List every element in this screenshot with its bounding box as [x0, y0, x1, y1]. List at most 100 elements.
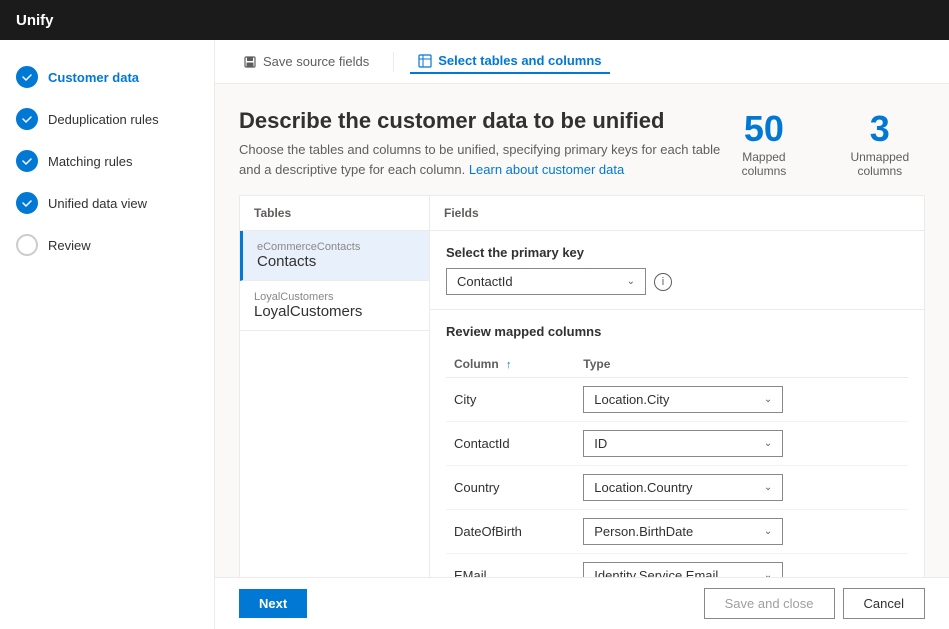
page-header-left: Describe the customer data to be unified…: [239, 108, 725, 179]
table-item-name-loyal: LoyalCustomers: [254, 303, 415, 320]
table-row: Country Location.Country ⌄: [446, 466, 908, 510]
tables-panel: Tables eCommerceContacts Contacts LoyalC…: [240, 196, 430, 577]
bottom-bar: Next Save and close Cancel: [215, 577, 949, 629]
page-title: Describe the customer data to be unified: [239, 108, 725, 134]
page-description-link[interactable]: Learn about customer data: [469, 162, 624, 177]
type-dropdown[interactable]: Location.City ⌄: [583, 386, 783, 413]
type-chevron: ⌄: [764, 438, 772, 449]
type-value: Location.Country: [594, 480, 692, 495]
sidebar-label-matching: Matching rules: [48, 154, 133, 169]
next-button[interactable]: Next: [239, 589, 307, 618]
column-header: Column ↑: [446, 351, 575, 378]
table-item-name-contacts: Contacts: [257, 253, 415, 270]
mapped-label: Mapped columns: [725, 150, 802, 178]
main-layout: Customer data Deduplication rules Matchi…: [0, 40, 949, 629]
column-name-cell: DateOfBirth: [446, 510, 575, 554]
type-chevron: ⌄: [764, 482, 772, 493]
sidebar-label-dedup: Deduplication rules: [48, 112, 159, 127]
sidebar: Customer data Deduplication rules Matchi…: [0, 40, 215, 629]
fields-panel-header: Fields: [430, 196, 924, 231]
right-buttons: Save and close Cancel: [704, 588, 925, 619]
unmapped-label: Unmapped columns: [835, 150, 925, 178]
primary-key-chevron: ⌄: [627, 276, 635, 287]
sidebar-item-matching-rules[interactable]: Matching rules: [0, 140, 214, 182]
type-cell: Location.City ⌄: [575, 378, 908, 422]
column-name-cell: ContactId: [446, 422, 575, 466]
table-item-sub-contacts: eCommerceContacts: [257, 241, 415, 253]
page-header: Describe the customer data to be unified…: [239, 108, 925, 179]
sidebar-circle-dedup: [16, 108, 38, 130]
page-content: Describe the customer data to be unified…: [215, 84, 949, 577]
unmapped-count: 3: [835, 108, 925, 150]
select-tables-label: Select tables and columns: [438, 53, 601, 68]
save-source-fields-button[interactable]: Save source fields: [235, 50, 377, 73]
pk-label: Select the primary key: [446, 245, 908, 260]
toolbar: Save source fields Select tables and col…: [215, 40, 949, 84]
sidebar-label-unified: Unified data view: [48, 196, 147, 211]
type-value: Location.City: [594, 392, 669, 407]
review-section: Review mapped columns Column ↑: [430, 310, 924, 577]
type-value: ID: [594, 436, 607, 451]
toolbar-separator: [393, 52, 394, 72]
pk-section: Select the primary key ContactId ⌄ i: [430, 231, 924, 310]
tables-fields-container: Tables eCommerceContacts Contacts LoyalC…: [239, 195, 925, 577]
top-bar: Unify: [0, 0, 949, 40]
column-name-cell: City: [446, 378, 575, 422]
select-tables-button[interactable]: Select tables and columns: [410, 49, 609, 74]
type-dropdown[interactable]: Identity.Service.Email⌄: [583, 562, 783, 577]
app-title: Unify: [16, 12, 54, 29]
review-title: Review mapped columns: [446, 324, 908, 339]
type-header: Type: [575, 351, 908, 378]
type-chevron: ⌄: [764, 394, 772, 405]
column-name-cell: EMail: [446, 554, 575, 578]
table-row: DateOfBirth Person.BirthDate ⌄: [446, 510, 908, 554]
primary-key-value: ContactId: [457, 274, 513, 289]
table-row: ContactId ID ⌄: [446, 422, 908, 466]
tables-panel-header: Tables: [240, 196, 429, 231]
sidebar-item-deduplication-rules[interactable]: Deduplication rules: [0, 98, 214, 140]
sidebar-label-review: Review: [48, 238, 91, 253]
table-icon: [418, 54, 432, 68]
sidebar-item-review[interactable]: Review: [0, 224, 214, 266]
sidebar-item-customer-data[interactable]: Customer data: [0, 56, 214, 98]
save-source-fields-label: Save source fields: [263, 54, 369, 69]
pk-select-row: ContactId ⌄ i: [446, 268, 908, 295]
info-icon[interactable]: i: [654, 273, 672, 291]
type-cell: Identity.Service.Email⌄: [575, 554, 908, 578]
sidebar-circle-review: [16, 234, 38, 256]
table-row: City Location.City ⌄: [446, 378, 908, 422]
page-description: Choose the tables and columns to be unif…: [239, 140, 725, 179]
type-value: Person.BirthDate: [594, 524, 693, 539]
sidebar-item-unified-data-view[interactable]: Unified data view: [0, 182, 214, 224]
type-dropdown[interactable]: Location.Country ⌄: [583, 474, 783, 501]
unmapped-stat: 3 Unmapped columns: [835, 108, 925, 178]
sidebar-label-customer-data: Customer data: [48, 70, 139, 85]
content-area: Save source fields Select tables and col…: [215, 40, 949, 629]
sort-icon[interactable]: ↑: [506, 359, 512, 371]
save-icon: [243, 55, 257, 69]
sidebar-circle-matching: [16, 150, 38, 172]
mapped-stat: 50 Mapped columns: [725, 108, 802, 178]
sidebar-circle-unified: [16, 192, 38, 214]
table-item-contacts[interactable]: eCommerceContacts Contacts: [240, 231, 429, 281]
mapped-count: 50: [725, 108, 802, 150]
type-chevron: ⌄: [764, 526, 772, 537]
column-name-cell: Country: [446, 466, 575, 510]
save-and-close-button[interactable]: Save and close: [704, 588, 835, 619]
type-dropdown[interactable]: Person.BirthDate ⌄: [583, 518, 783, 545]
type-cell: Person.BirthDate ⌄: [575, 510, 908, 554]
table-item-sub-loyal: LoyalCustomers: [254, 291, 415, 303]
fields-panel: Fields Select the primary key ContactId …: [430, 196, 924, 577]
fields-scroll: Column ↑ Type CityLocation.City⌄ContactI…: [446, 351, 908, 577]
type-cell: Location.Country ⌄: [575, 466, 908, 510]
table-row: EMail Identity.Service.Email⌄: [446, 554, 908, 578]
type-dropdown[interactable]: ID ⌄: [583, 430, 783, 457]
type-cell: ID ⌄: [575, 422, 908, 466]
primary-key-dropdown[interactable]: ContactId ⌄: [446, 268, 646, 295]
type-chevron: ⌄: [764, 570, 772, 577]
stats-area: 50 Mapped columns 3 Unmapped columns: [725, 108, 925, 178]
columns-table: Column ↑ Type CityLocation.City⌄ContactI…: [446, 351, 908, 577]
table-item-loyalcustomers[interactable]: LoyalCustomers LoyalCustomers: [240, 281, 429, 331]
cancel-button[interactable]: Cancel: [843, 588, 925, 619]
sidebar-circle-customer-data: [16, 66, 38, 88]
